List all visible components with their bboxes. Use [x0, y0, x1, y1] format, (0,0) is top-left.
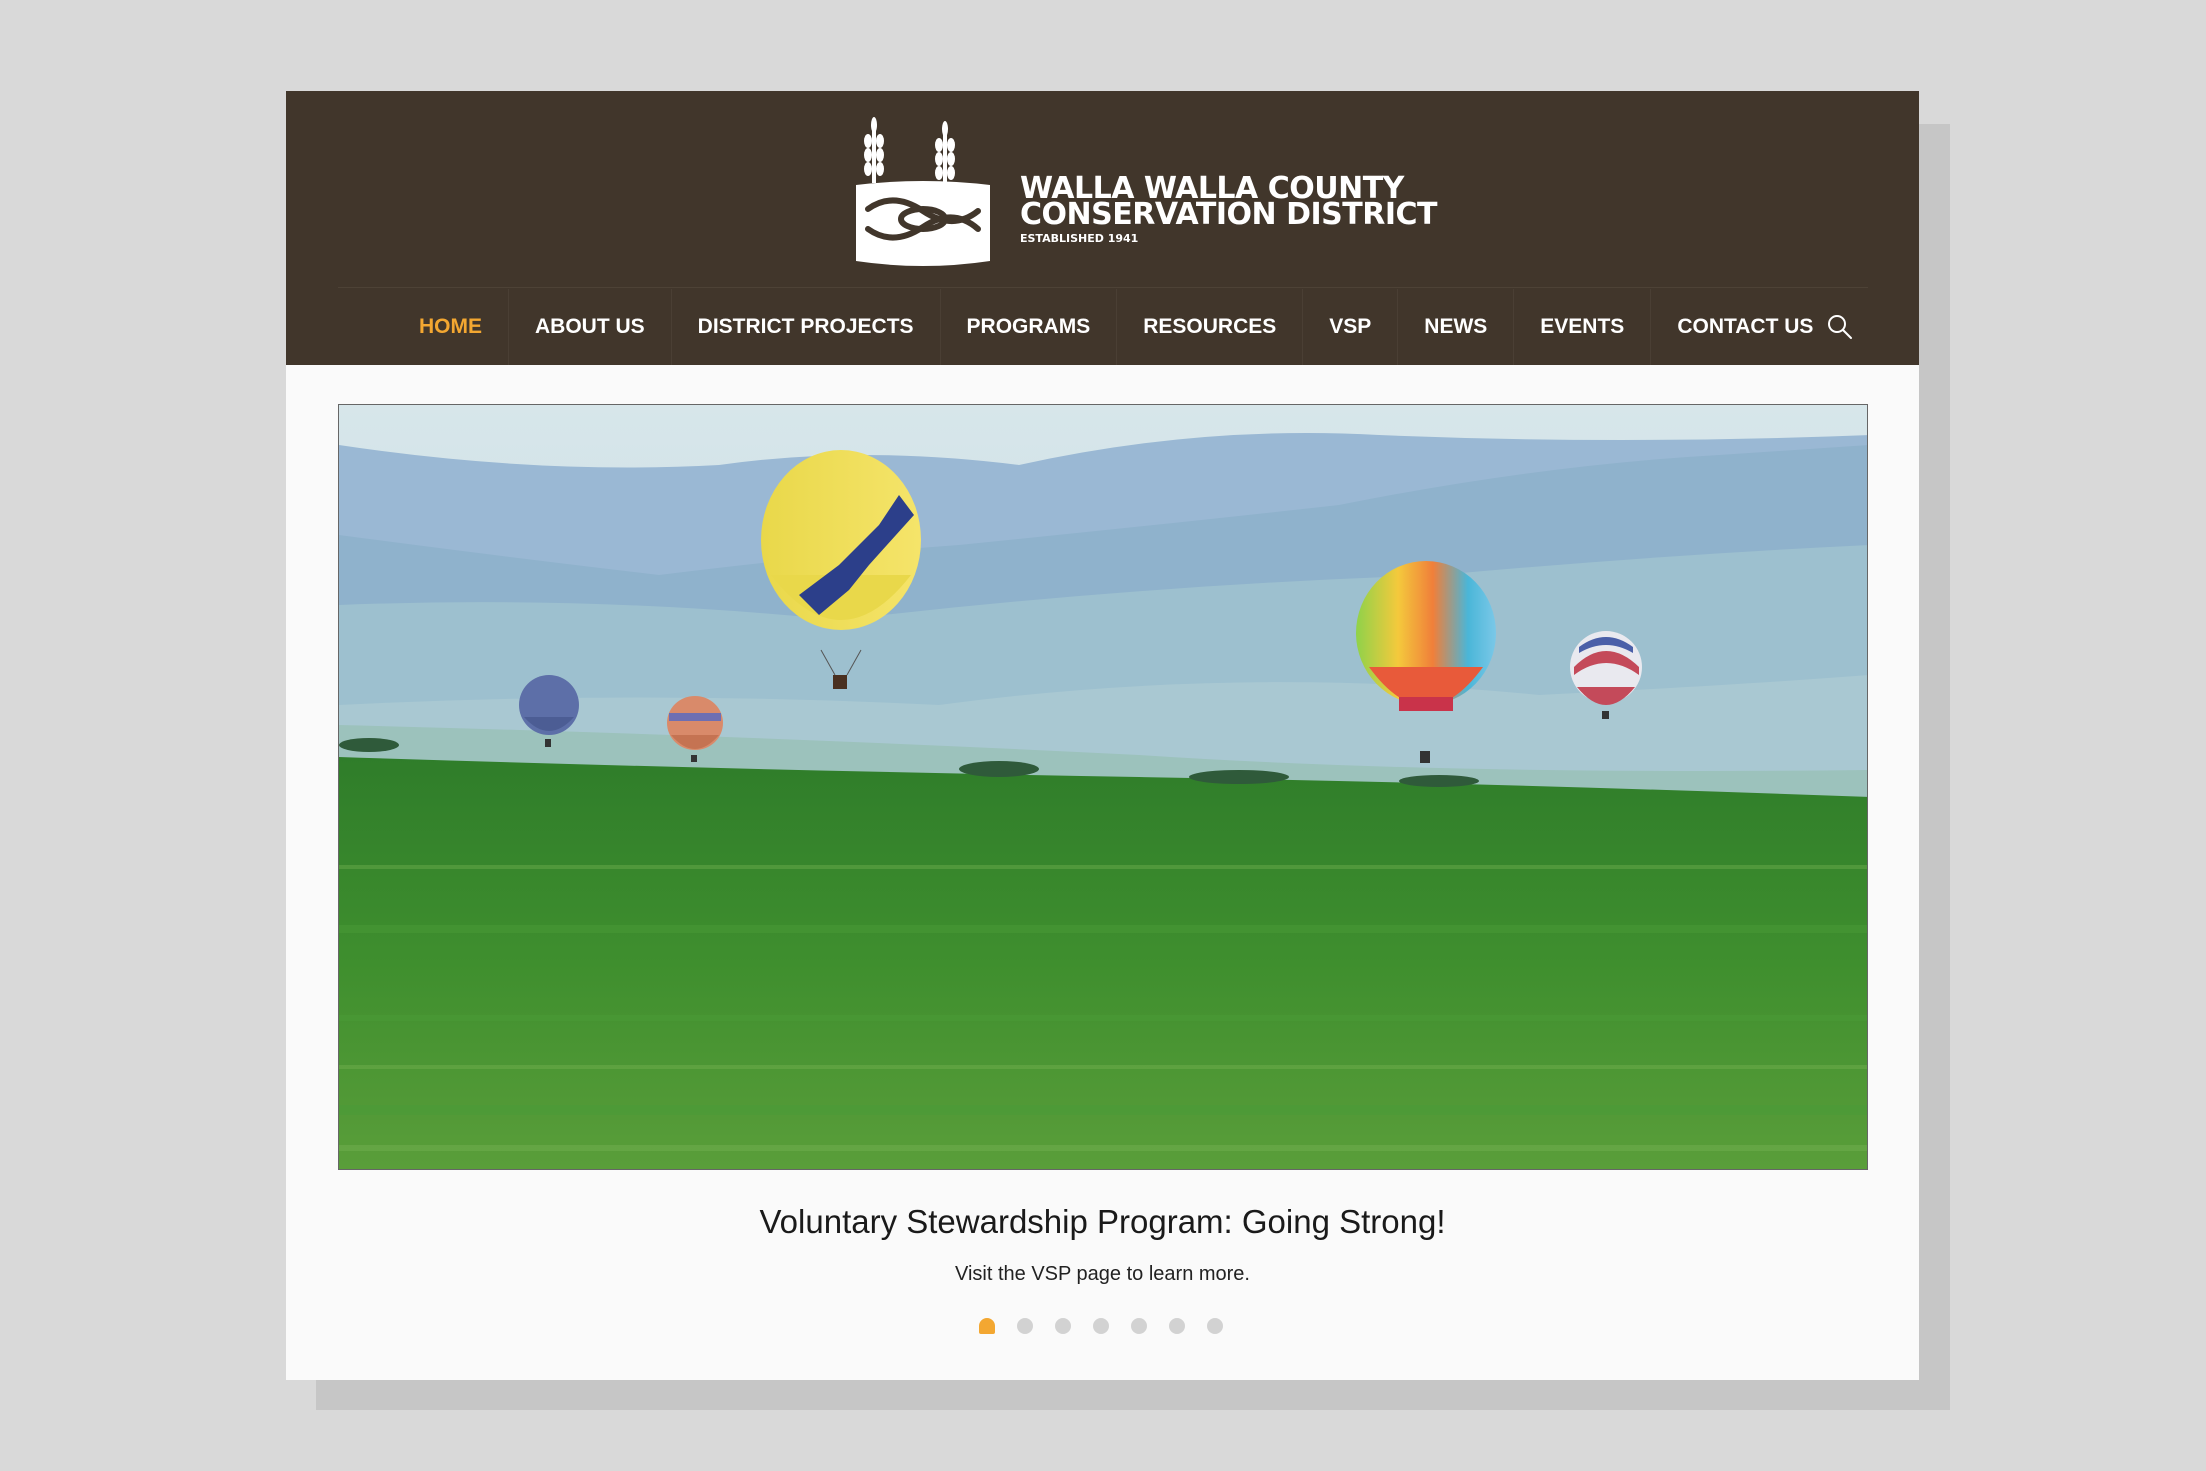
logo-emblem-icon [856, 117, 990, 266]
nav-divider [338, 287, 1868, 288]
slider-pagination [979, 1318, 1223, 1334]
nav-item-events[interactable]: EVENTS [1513, 289, 1650, 365]
search-icon[interactable] [1826, 313, 1854, 341]
hero-slide-image[interactable] [338, 404, 1868, 1170]
site-logo[interactable]: WALLA WALLA COUNTY CONSERVATION DISTRICT… [848, 111, 1437, 267]
slide-caption-title: Voluntary Stewardship Program: Going Str… [759, 1203, 1446, 1240]
nav-item-vsp[interactable]: VSP [1302, 289, 1397, 365]
nav-item-about-us[interactable]: ABOUT US [508, 289, 671, 365]
nav-item-resources[interactable]: RESOURCES [1116, 289, 1302, 365]
slider-dot-2[interactable] [1017, 1318, 1033, 1334]
slide-caption-text: Visit the VSP page to learn more. [955, 1263, 1250, 1285]
slider-dot-6[interactable] [1169, 1318, 1185, 1334]
logo-established: ESTABLISHED 1941 [1020, 232, 1139, 245]
slider-dot-1[interactable] [979, 1318, 995, 1334]
nav-item-contact-us[interactable]: CONTACT US [1650, 289, 1839, 365]
balloons-landscape-image [339, 405, 1867, 1169]
slider-dot-7[interactable] [1207, 1318, 1223, 1334]
site-header: WALLA WALLA COUNTY CONSERVATION DISTRICT… [286, 91, 1919, 365]
slider-dot-4[interactable] [1093, 1318, 1109, 1334]
nav-item-news[interactable]: NEWS [1397, 289, 1513, 365]
webpage: WALLA WALLA COUNTY CONSERVATION DISTRICT… [286, 91, 1919, 1380]
nav-item-district-projects[interactable]: DISTRICT PROJECTS [670, 289, 940, 365]
slider-dot-5[interactable] [1131, 1318, 1147, 1334]
main-nav: HOME ABOUT US DISTRICT PROJECTS PROGRAMS… [407, 289, 1839, 365]
nav-item-programs[interactable]: PROGRAMS [939, 289, 1117, 365]
slider-dot-3[interactable] [1055, 1318, 1071, 1334]
nav-item-home[interactable]: HOME [407, 289, 508, 365]
logo-title-line2: CONSERVATION DISTRICT [1020, 197, 1437, 232]
